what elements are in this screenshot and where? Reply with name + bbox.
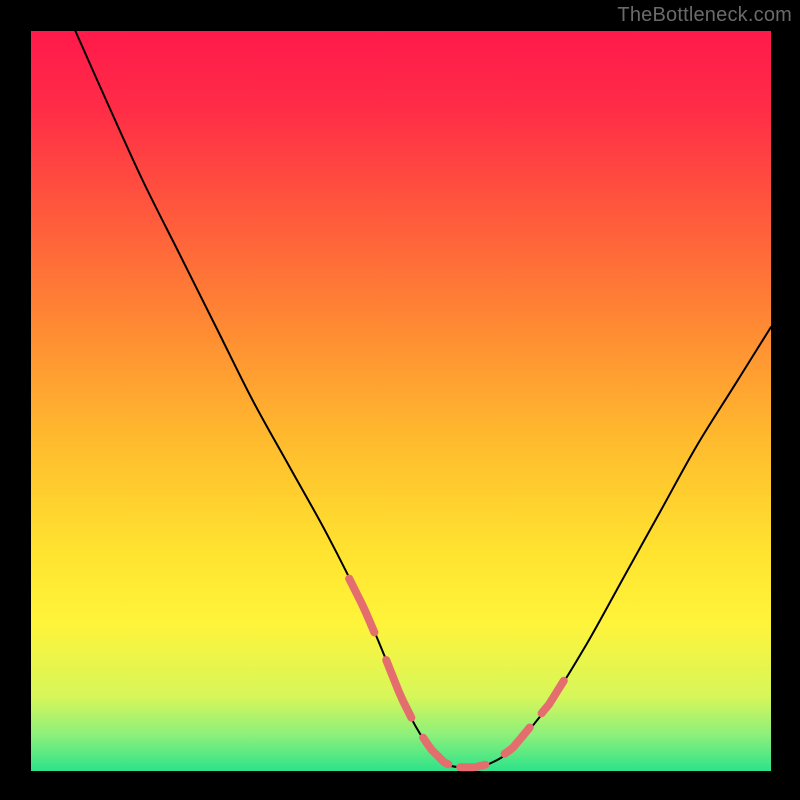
highlight-dash xyxy=(460,765,485,768)
plot-area xyxy=(31,31,771,771)
highlight-dash xyxy=(542,681,564,714)
curve-layer xyxy=(31,31,771,771)
chart-frame: TheBottleneck.com xyxy=(0,0,800,800)
watermark-text: TheBottleneck.com xyxy=(617,4,792,27)
highlight-dash xyxy=(423,738,448,765)
bottleneck-curve xyxy=(75,31,771,768)
highlight-dash xyxy=(386,660,411,718)
highlight-dash xyxy=(505,727,530,753)
highlight-dashes xyxy=(349,579,564,768)
highlight-dash xyxy=(349,579,374,633)
